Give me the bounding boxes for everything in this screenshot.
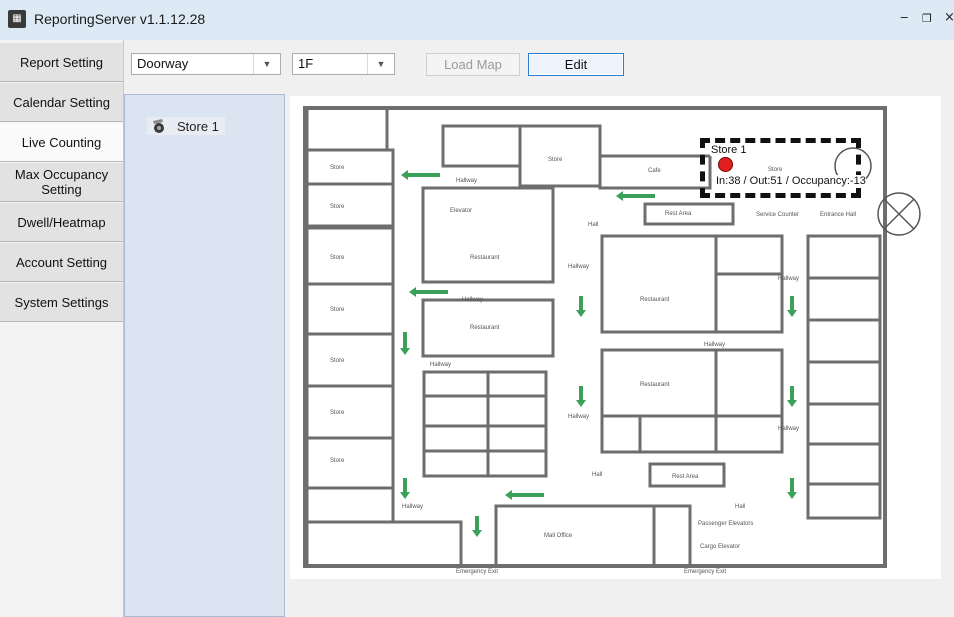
sensor-overlay[interactable]: Store 1 In:38 / Out:51 / Occupancy:-13 bbox=[700, 138, 866, 198]
svg-text:Elevator: Elevator bbox=[450, 208, 472, 214]
svg-text:Hallway: Hallway bbox=[462, 297, 483, 303]
tab-max-occupancy-setting[interactable]: Max Occupancy Setting bbox=[0, 163, 123, 202]
svg-text:Hallway: Hallway bbox=[778, 426, 799, 432]
camera-icon bbox=[153, 119, 164, 133]
close-icon[interactable]: × bbox=[944, 10, 954, 25]
edit-button[interactable]: Edit bbox=[528, 53, 624, 76]
svg-text:Rest Area: Rest Area bbox=[672, 474, 699, 480]
type-select-value: Doorway bbox=[137, 56, 189, 71]
svg-text:Hallway: Hallway bbox=[568, 264, 589, 270]
chevron-down-icon[interactable]: ▼ bbox=[367, 54, 394, 74]
svg-text:Hallway: Hallway bbox=[778, 276, 799, 282]
chevron-down-icon[interactable]: ▼ bbox=[253, 54, 280, 74]
svg-text:Restaurant: Restaurant bbox=[640, 382, 670, 388]
tab-live-counting[interactable]: Live Counting bbox=[0, 123, 123, 162]
svg-text:Cargo Elevator: Cargo Elevator bbox=[700, 544, 740, 550]
svg-text:Store: Store bbox=[330, 255, 345, 261]
svg-text:Store: Store bbox=[330, 458, 345, 464]
svg-text:Mall Office: Mall Office bbox=[544, 533, 573, 539]
svg-text:Restaurant: Restaurant bbox=[470, 325, 500, 331]
load-map-button[interactable]: Load Map bbox=[426, 53, 520, 76]
minimize-icon[interactable]: ‒ bbox=[900, 10, 908, 25]
svg-text:Emergency Exit: Emergency Exit bbox=[684, 569, 726, 575]
tab-report-setting[interactable]: Report Setting bbox=[0, 43, 123, 82]
svg-text:Emergency Exit: Emergency Exit bbox=[456, 569, 498, 575]
svg-text:Hall: Hall bbox=[592, 472, 602, 478]
svg-text:Restaurant: Restaurant bbox=[640, 297, 670, 303]
tree-item-label: Store 1 bbox=[177, 118, 219, 134]
svg-text:Rest Area: Rest Area bbox=[665, 211, 692, 217]
sensor-name: Store 1 bbox=[710, 144, 748, 156]
sensor-status-icon[interactable] bbox=[718, 157, 733, 172]
svg-text:Hallway: Hallway bbox=[456, 178, 477, 184]
sidebar: Report Setting Calendar Setting Live Cou… bbox=[0, 40, 124, 617]
svg-text:Store: Store bbox=[330, 204, 345, 210]
svg-text:Restaurant: Restaurant bbox=[470, 255, 500, 261]
sensor-counts: In:38 / Out:51 / Occupancy:-13 bbox=[716, 175, 866, 187]
svg-text:Hall: Hall bbox=[588, 222, 598, 228]
tab-calendar-setting[interactable]: Calendar Setting bbox=[0, 83, 123, 122]
window-title: ReportingServer v1.1.12.28 bbox=[34, 11, 206, 27]
svg-text:Hallway: Hallway bbox=[704, 342, 725, 348]
svg-text:Hall: Hall bbox=[735, 504, 745, 510]
tab-account-setting[interactable]: Account Setting bbox=[0, 243, 123, 282]
svg-text:Hallway: Hallway bbox=[430, 362, 451, 368]
svg-text:Store: Store bbox=[330, 165, 345, 171]
tab-system-settings[interactable]: System Settings bbox=[0, 283, 123, 322]
title-bar: ▦ ReportingServer v1.1.12.28 ‒ ❐ × bbox=[0, 0, 954, 41]
app-icon: ▦ bbox=[8, 10, 26, 28]
svg-text:Cafe: Cafe bbox=[648, 168, 661, 174]
svg-text:Store: Store bbox=[330, 410, 345, 416]
tab-dwell-heatmap[interactable]: Dwell/Heatmap bbox=[0, 203, 123, 242]
restore-icon[interactable]: ❐ bbox=[922, 12, 932, 25]
svg-text:Passenger Elevators: Passenger Elevators bbox=[698, 521, 753, 527]
svg-text:Hallway: Hallway bbox=[402, 504, 423, 510]
svg-text:Entrance Hall: Entrance Hall bbox=[820, 212, 856, 218]
floor-select[interactable]: 1F ▼ bbox=[292, 53, 395, 75]
type-select[interactable]: Doorway ▼ bbox=[131, 53, 281, 75]
svg-text:Store: Store bbox=[330, 358, 345, 364]
svg-text:Hallway: Hallway bbox=[568, 414, 589, 420]
floor-select-value: 1F bbox=[298, 56, 314, 71]
svg-text:Store: Store bbox=[548, 157, 563, 163]
svg-text:Store: Store bbox=[330, 307, 345, 313]
device-tree: Store 1 bbox=[124, 94, 285, 617]
tree-item-store[interactable]: Store 1 bbox=[147, 117, 225, 135]
svg-text:Service Counter: Service Counter bbox=[756, 212, 799, 218]
main-panel: Doorway ▼ 1F ▼ Load Map Edit Store 1 Sto… bbox=[124, 40, 954, 617]
